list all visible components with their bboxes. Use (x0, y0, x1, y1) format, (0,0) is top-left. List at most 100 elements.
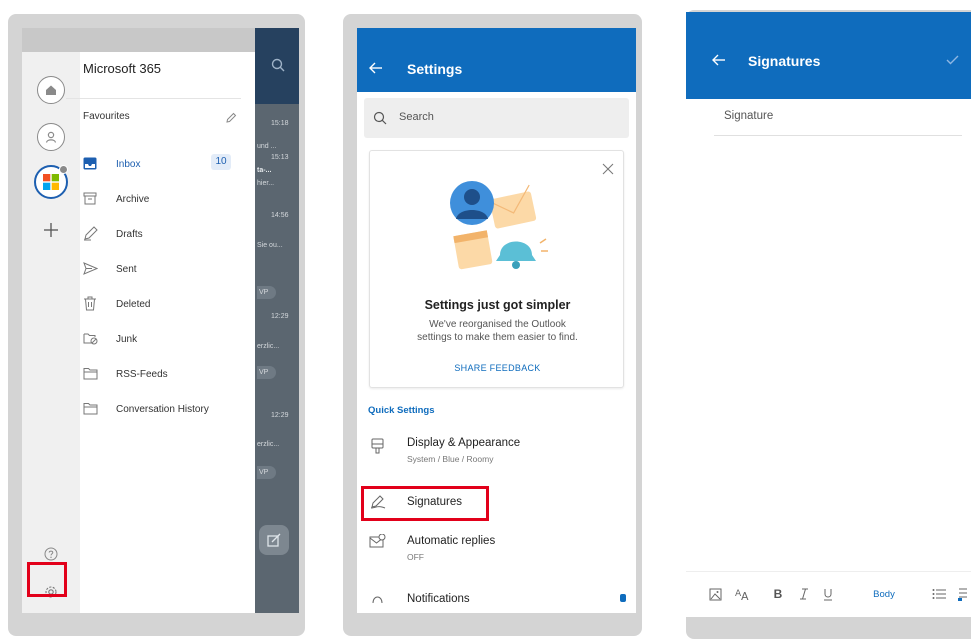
folder-label: Drafts (116, 228, 143, 240)
microsoft-365-account-button[interactable] (34, 165, 68, 199)
setting-label: Display & Appearance (407, 437, 521, 449)
checkmark-icon[interactable] (946, 55, 959, 65)
trash-icon (84, 296, 96, 311)
mail-snippet: erzlic... (257, 343, 280, 350)
microsoft-logo-icon (43, 174, 59, 190)
folder-icon (83, 368, 98, 380)
mail-snippet: Sie ou... (257, 242, 283, 249)
home-icon (46, 85, 56, 95)
folder-label: Deleted (116, 298, 151, 310)
bullet-list-icon (932, 589, 946, 599)
account-status-dot (59, 165, 68, 174)
setting-automatic-replies[interactable]: Automatic replies OFF (357, 533, 636, 569)
add-account-button[interactable] (39, 218, 63, 242)
signature-input[interactable]: Signature (714, 110, 962, 136)
drafts-icon (84, 226, 98, 241)
account-title: Microsoft 365 (83, 61, 162, 76)
underline-button[interactable] (820, 572, 836, 616)
back-arrow-icon[interactable] (712, 54, 726, 66)
phone-frame-settings: Settings Search Settings just got simple… (343, 14, 642, 636)
folder-label: RSS-Feeds (116, 368, 168, 380)
setting-label: Automatic replies (407, 535, 496, 547)
mail-time: 12:29 (271, 313, 289, 320)
compose-icon (267, 533, 281, 547)
font-size-button[interactable]: AA (732, 572, 754, 616)
folder-item-archive[interactable]: Archive (83, 189, 243, 209)
settings-highlight (27, 562, 67, 597)
insert-image-button[interactable] (706, 572, 724, 616)
settings-search-input[interactable]: Search (364, 98, 629, 138)
bold-button[interactable]: B (770, 572, 786, 616)
mail-snippet: hier... (257, 180, 275, 187)
sent-icon (83, 262, 98, 275)
compose-button[interactable] (259, 525, 289, 555)
scrollbar-thumb[interactable] (620, 594, 626, 602)
search-placeholder: Search (399, 111, 434, 123)
mail-time: 15:13 (271, 154, 289, 161)
setting-notifications[interactable]: Notifications (357, 588, 636, 613)
profile-button[interactable] (37, 123, 65, 151)
mail-avatar: VP (257, 466, 277, 479)
signatures-screen: Signatures Signature AA B Body (686, 12, 971, 617)
bell-icon (372, 596, 383, 604)
svg-text:A: A (741, 590, 749, 601)
folder-label: Conversation History (116, 403, 209, 415)
folder-icon (83, 403, 98, 415)
archive-icon (83, 192, 97, 205)
folder-item-drafts[interactable]: Drafts (83, 224, 243, 244)
person-icon (45, 131, 57, 143)
auto-reply-icon (369, 534, 386, 548)
folder-drawer-screen: 15:18 und ... 15:13 ta-... hier... 14:56… (22, 28, 299, 613)
folder-label: Archive (116, 193, 150, 205)
phone-frame-folders: 15:18 und ... 15:13 ta-... hier... 14:56… (8, 14, 305, 636)
bullet-list-button[interactable] (930, 572, 948, 616)
close-icon[interactable] (602, 163, 614, 175)
setting-display-appearance[interactable]: Display & Appearance System / Blue / Roo… (357, 436, 636, 472)
signatures-highlight (361, 486, 489, 521)
unread-count-badge: 10 (211, 154, 231, 170)
pencil-icon[interactable] (225, 112, 237, 124)
status-strip (22, 28, 255, 52)
setting-sub-label: OFF (407, 552, 424, 562)
folder-item-deleted[interactable]: Deleted (83, 294, 243, 314)
favourites-label: Favourites (83, 111, 130, 122)
underline-icon (824, 588, 832, 600)
back-arrow-icon[interactable] (369, 62, 383, 74)
mail-time: 15:18 (271, 120, 289, 127)
search-icon (271, 58, 285, 72)
phone-frame-signatures: Signatures Signature AA B Body (686, 10, 971, 639)
mail-time: 12:29 (271, 412, 289, 419)
folder-item-sent[interactable]: Sent (83, 259, 243, 279)
mail-avatar: VP (257, 366, 277, 379)
settings-screen: Settings Search Settings just got simple… (357, 28, 636, 613)
folder-item-conversation-history[interactable]: Conversation History (83, 399, 243, 419)
folder-label: Sent (116, 263, 137, 275)
signatures-header: Signatures (686, 12, 971, 99)
card-body-line: settings to make them easier to find. (417, 332, 578, 343)
divider (66, 98, 241, 99)
help-button[interactable] (44, 547, 58, 561)
share-feedback-link[interactable]: SHARE FEEDBACK (370, 363, 625, 373)
font-size-icon: AA (735, 589, 749, 601)
numbered-list-button[interactable] (956, 572, 970, 616)
plus-icon (44, 223, 58, 237)
mail-avatar: VP (257, 286, 277, 299)
italic-button[interactable] (796, 572, 812, 616)
settings-illustration-icon (450, 181, 548, 270)
signature-field-label: Signature (724, 110, 774, 122)
folder-item-junk[interactable]: Junk (83, 329, 243, 349)
card-title: Settings just got simpler (424, 298, 571, 312)
folder-item-rss-feeds[interactable]: RSS-Feeds (83, 364, 243, 384)
setting-label: Notifications (407, 593, 470, 605)
search-icon (373, 111, 387, 125)
page-title: Settings (407, 61, 463, 77)
inbox-icon (83, 157, 97, 170)
home-button[interactable] (37, 76, 65, 104)
paragraph-style-button[interactable]: Body (869, 572, 899, 616)
formatting-toolbar: AA B Body (686, 571, 971, 615)
mail-snippet: und ... (257, 143, 277, 150)
account-rail (22, 28, 255, 613)
junk-icon (83, 333, 98, 345)
mail-snippet: erzlic... (257, 441, 280, 448)
mail-list-background: 15:18 und ... 15:13 ta-... hier... 14:56… (255, 28, 299, 613)
